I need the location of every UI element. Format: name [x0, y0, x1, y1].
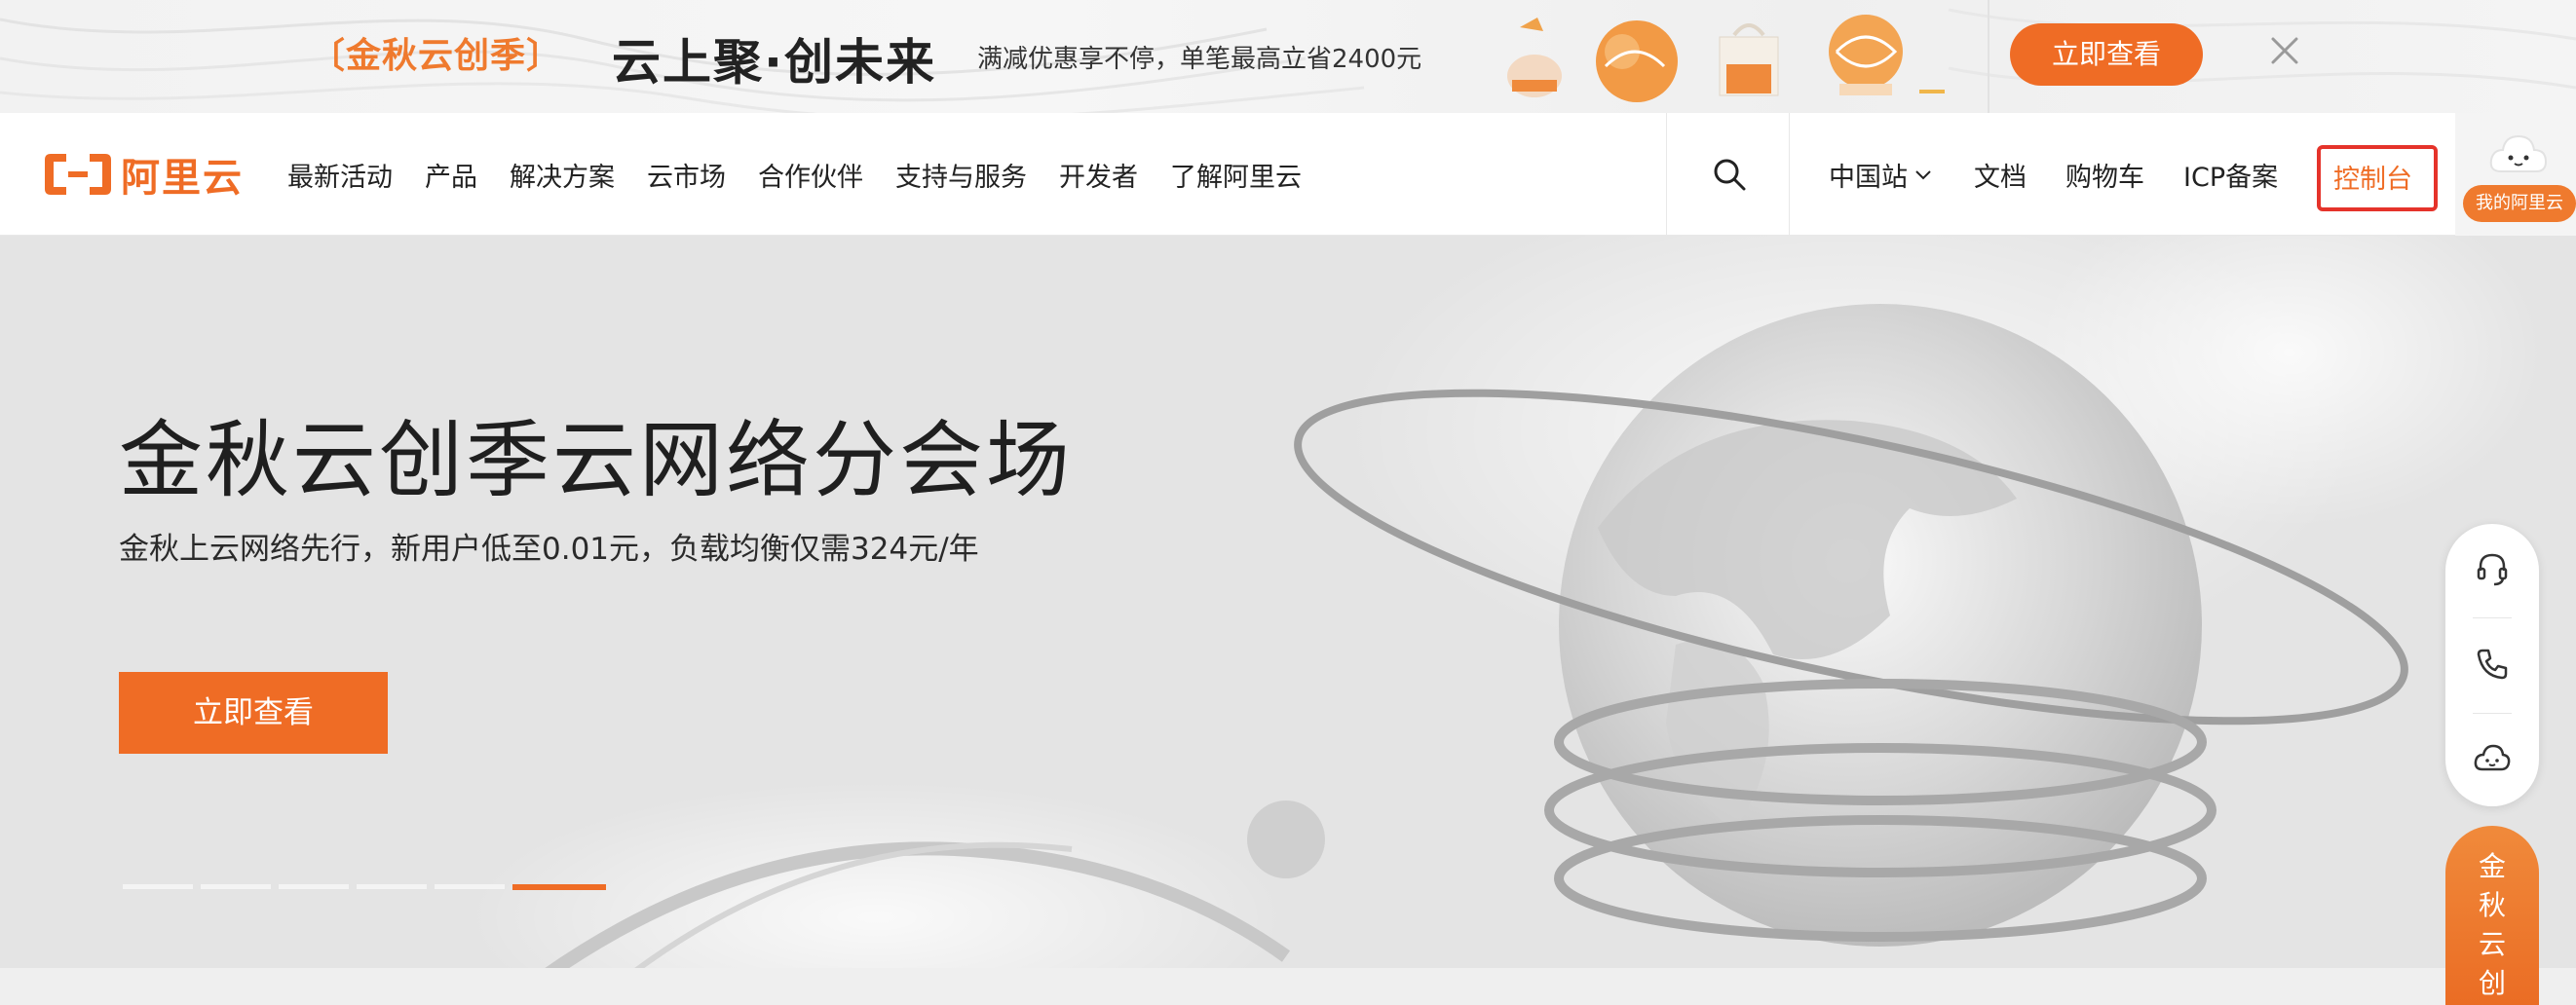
- avatar: [2489, 134, 2548, 172]
- phone-icon[interactable]: [2473, 645, 2512, 684]
- headset-icon[interactable]: [2473, 549, 2512, 588]
- nav-item-support[interactable]: 支持与服务: [895, 156, 1027, 194]
- carousel-dot[interactable]: [123, 884, 193, 889]
- chevron-down-icon[interactable]: [1913, 168, 1933, 181]
- chat-bot-icon[interactable]: [2473, 740, 2512, 779]
- side-promo-char: 秋: [2478, 889, 2506, 921]
- side-promo-text: 金秋云创季: [2445, 847, 2539, 1005]
- side-promo-tab[interactable]: 金秋云创季: [2445, 826, 2539, 1005]
- close-icon[interactable]: [2265, 31, 2304, 70]
- nav-item-solutions[interactable]: 解决方案: [510, 156, 615, 194]
- toolbar-divider: [2473, 713, 2512, 714]
- nav-item-products[interactable]: 产品: [425, 156, 477, 194]
- hero-title: 金秋云创季云网络分会场: [119, 412, 1073, 509]
- promo-tag: 〔金秋云创季〕: [310, 36, 563, 76]
- nav-right-links: 中国站 文档 购物车 ICP备案: [1829, 113, 2278, 236]
- nav-item-developers[interactable]: 开发者: [1059, 156, 1138, 194]
- nav-divider: [1666, 113, 1667, 236]
- nav-item-partners[interactable]: 合作伙伴: [758, 156, 863, 194]
- promo-banner: 〔金秋云创季〕 云上聚·创未来 满减优惠享不停，单笔最高立省2400元 立即查看: [0, 0, 2576, 113]
- hero-view-button[interactable]: 立即查看: [119, 672, 388, 754]
- nav-item-marketplace[interactable]: 云市场: [647, 156, 726, 194]
- nav-item-latest-activities[interactable]: 最新活动: [287, 156, 393, 194]
- side-toolbar: [2445, 524, 2539, 806]
- side-promo-char: 创: [2478, 967, 2506, 999]
- nav-item-about[interactable]: 了解阿里云: [1170, 156, 1302, 194]
- logo-text: 阿里云: [121, 156, 244, 201]
- docs-link[interactable]: 文档: [1974, 156, 2027, 194]
- carousel-dot[interactable]: [201, 884, 271, 889]
- carousel-dot[interactable]: [357, 884, 427, 889]
- my-aliyun-area[interactable]: 我的阿里云: [2455, 113, 2576, 236]
- carousel-dot-active[interactable]: [512, 884, 606, 890]
- hero-subtitle: 金秋上云网络先行，新用户低至0.01元，负载均衡仅需324元/年: [119, 532, 979, 567]
- carousel-dot[interactable]: [279, 884, 349, 889]
- promo-title: 云上聚·创未来: [612, 34, 936, 91]
- my-aliyun-badge[interactable]: 我的阿里云: [2463, 185, 2576, 222]
- promo-view-button[interactable]: 立即查看: [2010, 23, 2203, 86]
- promo-description: 满减优惠享不停，单笔最高立省2400元: [977, 45, 1422, 74]
- side-promo-char: 云: [2478, 928, 2506, 960]
- promo-decoration-icons: [1507, 15, 1945, 102]
- nav-menu: 最新活动 产品 解决方案 云市场 合作伙伴 支持与服务 开发者 了解阿里云: [287, 113, 1334, 236]
- toolbar-divider: [2473, 617, 2512, 618]
- aliyun-logo[interactable]: 阿里云: [43, 148, 247, 201]
- promo-divider: [1988, 0, 1989, 113]
- side-promo-char: 金: [2478, 850, 2506, 882]
- hero-bottom-strip: [0, 968, 2576, 1005]
- carousel-indicators: [123, 884, 614, 890]
- site-selector[interactable]: 中国站: [1829, 156, 1908, 194]
- aliyun-logo-mark-icon: [45, 154, 111, 195]
- nav-divider: [1789, 113, 1790, 236]
- main-nav: 阿里云 最新活动 产品 解决方案 云市场 合作伙伴 支持与服务 开发者 了解阿里…: [0, 113, 2576, 236]
- carousel-dot[interactable]: [435, 884, 505, 889]
- search-icon[interactable]: [1711, 156, 1748, 193]
- icp-link[interactable]: ICP备案: [2183, 156, 2278, 194]
- hero-banner: 金秋云创季云网络分会场 金秋上云网络先行，新用户低至0.01元，负载均衡仅需32…: [0, 236, 2576, 1005]
- cart-link[interactable]: 购物车: [2065, 156, 2144, 194]
- console-link[interactable]: 控制台: [2333, 158, 2412, 196]
